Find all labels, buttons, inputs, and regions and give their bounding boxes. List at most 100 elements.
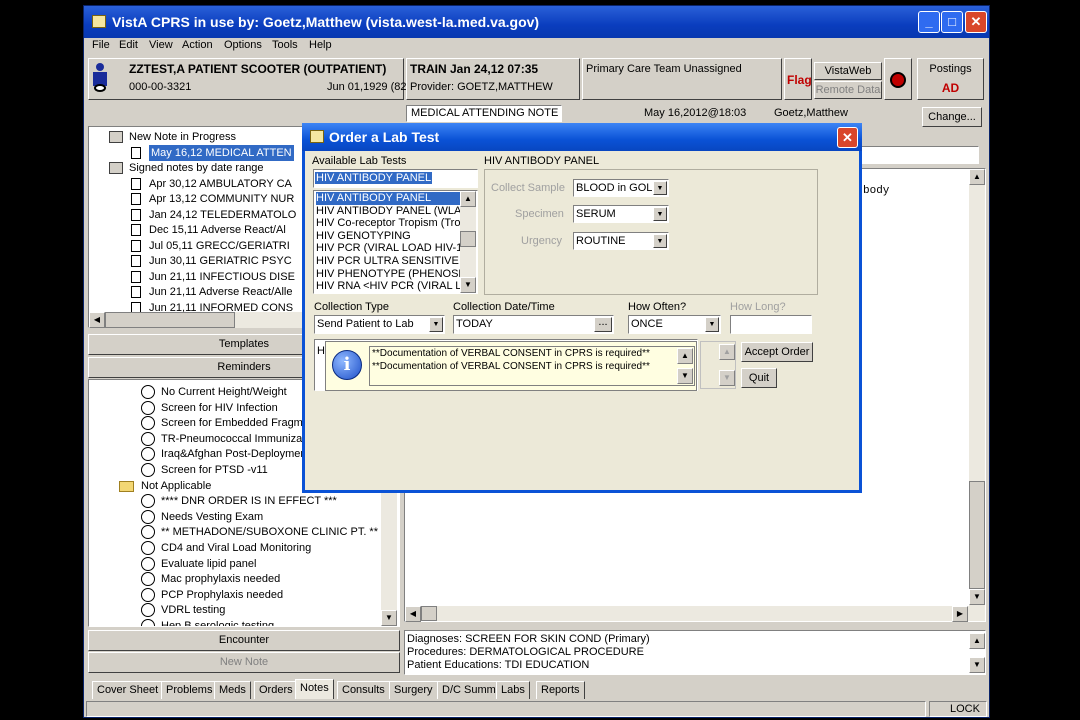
primary-care-button[interactable]: Primary Care Team Unassigned [582,58,782,100]
lab-test-option[interactable]: HIV PCR ULTRA SENSITIVE < [316,255,461,268]
document-icon [131,255,141,267]
collect-sample-select[interactable]: BLOOD in GOLD ▼ [573,179,669,197]
remote-data-button[interactable]: Remote Data [814,81,882,99]
tab-d-c-summ[interactable]: D/C Summ [437,681,501,699]
reminder-label: No Current Height/Weight [161,386,287,398]
scroll-up-button[interactable]: ▲ [460,191,476,207]
lab-test-option[interactable]: HIV GENOTYPING [316,230,461,243]
scroll-down-button[interactable]: ▼ [381,610,397,626]
scroll-left-button[interactable]: ◀ [89,312,105,328]
scroll-left-button[interactable]: ◀ [405,606,421,622]
reminder-item[interactable]: Hep B serologic testing [141,618,381,626]
title-bar[interactable]: VistA CPRS in use by: Goetz,Matthew (vis… [84,6,989,38]
lab-test-option[interactable]: HIV Co-receptor Tropism (Trofil [316,217,461,230]
urgency-select[interactable]: ROUTINE ▼ [573,232,669,250]
tab-surgery[interactable]: Surgery [389,681,438,699]
accept-order-button[interactable]: Accept Order [741,342,813,362]
maximize-button[interactable]: □ [941,11,963,33]
scroll-right-button[interactable]: ▶ [952,606,968,622]
patient-icon [92,63,108,93]
tab-reports[interactable]: Reports [536,681,585,699]
reminder-item[interactable]: Evaluate lipid panel [141,556,381,572]
note-tree-label: May 16,12 MEDICAL ATTEN [149,144,294,161]
note-tree-label: Jun 21,11 Adverse React/Alle [149,286,293,298]
lab-test-option[interactable]: HIV ANTIBODY PANEL (WLA [316,205,461,218]
date-picker-button[interactable]: ... [594,317,612,332]
tab-labs[interactable]: Labs [496,681,530,699]
reminder-item[interactable]: Mac prophylaxis needed [141,571,381,587]
change-button[interactable]: Change... [922,107,982,127]
encounter-button[interactable]: Encounter [88,630,400,651]
tab-problems[interactable]: Problems [161,681,218,699]
scroll-thumb[interactable] [969,481,985,589]
scroll-down-button[interactable]: ▼ [460,277,476,293]
scroll-thumb[interactable] [460,231,476,247]
flag-button[interactable]: Flag [784,58,812,100]
reminder-item[interactable]: VDRL testing [141,602,381,618]
tab-consults[interactable]: Consults [337,681,390,699]
scroll-down-button[interactable]: ▼ [969,657,985,673]
tests-vscrollbar[interactable]: ▲ ▼ [460,191,476,293]
scroll-down-button[interactable]: ▼ [677,368,693,384]
menu-tools[interactable]: Tools [272,39,298,51]
how-often-select[interactable]: ONCE ▼ [628,315,721,334]
scroll-thumb[interactable] [105,312,235,328]
vistaweb-button[interactable]: VistaWeb [814,62,882,80]
new-note-button[interactable]: New Note [88,652,400,673]
collection-date-value: TODAY [456,318,493,330]
lab-test-option[interactable]: HIV ANTIBODY PANEL [316,192,461,205]
reminder-item[interactable]: ** METHADONE/SUBOXONE CLINIC PT. ** [141,524,381,540]
note-date: May 16,2012@18:03 [644,107,747,119]
note-author: Goetz,Matthew [774,107,848,119]
scroll-up-button[interactable]: ▲ [719,344,735,360]
menu-help[interactable]: Help [309,39,332,51]
minimize-button[interactable]: _ [918,11,940,33]
specimen-label: Specimen [515,208,564,220]
reminder-clock-icon [141,494,155,509]
collection-date-input[interactable]: TODAY ... [453,315,614,334]
tab-cover-sheet[interactable]: Cover Sheet [92,681,164,699]
specimen-select[interactable]: SERUM ▼ [573,205,669,223]
patient-info-button[interactable]: ZZTEST,A PATIENT SCOOTER (OUTPATIENT) 00… [88,58,410,100]
close-button[interactable]: ✕ [965,11,987,33]
reminder-item[interactable]: CD4 and Viral Load Monitoring [141,540,381,556]
lab-test-option[interactable]: HIV PCR (VIRAL LOAD HIV-1) [316,242,461,255]
how-long-input[interactable] [730,315,812,334]
scroll-down-button[interactable]: ▼ [969,589,985,605]
reminder-item[interactable]: PCP Prophylaxis needed [141,587,381,603]
alarm-clock-button[interactable] [884,58,912,100]
lab-test-option[interactable]: HIV PHENOTYPE (PHENOSE [316,268,461,281]
menu-options[interactable]: Options [224,39,262,51]
alarm-clock-icon [890,72,906,88]
scroll-up-button[interactable]: ▲ [969,169,985,185]
visit-info-button[interactable]: TRAIN Jan 24,12 07:35 Provider: GOETZ,MA… [406,58,580,100]
lab-test-option[interactable]: HIV RNA <HIV PCR (VIRAL LC [316,280,461,293]
scroll-up-button[interactable]: ▲ [677,348,693,364]
dialog-title-bar[interactable]: Order a Lab Test ✕ [302,123,862,151]
quit-button[interactable]: Quit [741,368,777,388]
test-search-input[interactable]: HIV ANTIBODY PANEL [313,169,478,188]
note-tree-label: Jun 21,11 INFECTIOUS DISE [149,270,295,283]
scroll-up-button[interactable]: ▲ [969,633,985,649]
reminder-clock-icon [141,619,155,626]
note-title-field: MEDICAL ATTENDING NOTE [406,105,562,122]
note-hscrollbar[interactable]: ◀ ▶ [405,606,969,622]
menu-file[interactable]: File [92,39,110,51]
postings-button[interactable]: Postings AD [917,58,984,100]
app-icon [92,15,106,28]
menu-view[interactable]: View [149,39,173,51]
scroll-thumb[interactable] [421,606,437,621]
tests-listbox[interactable]: HIV ANTIBODY PANEL HIV ANTIBODY PANEL (WL… [313,190,478,294]
dialog-close-button[interactable]: ✕ [837,127,858,148]
tab-meds[interactable]: Meds [214,681,251,699]
reminder-item[interactable]: **** DNR ORDER IS IN EFFECT *** [141,493,381,509]
note-vscrollbar[interactable]: ▲ ▼ [969,169,985,621]
menu-action[interactable]: Action [182,39,213,51]
collection-type-select[interactable]: Send Patient to Lab ▼ [314,315,445,334]
scroll-down-button[interactable]: ▼ [719,370,735,386]
menu-edit[interactable]: Edit [119,39,138,51]
tab-notes[interactable]: Notes [295,679,334,699]
encounter-info-box: Diagnoses: SCREEN FOR SKIN COND (Primary… [404,630,986,675]
tab-orders[interactable]: Orders [254,681,298,699]
reminder-item[interactable]: Needs Vesting Exam [141,509,381,525]
